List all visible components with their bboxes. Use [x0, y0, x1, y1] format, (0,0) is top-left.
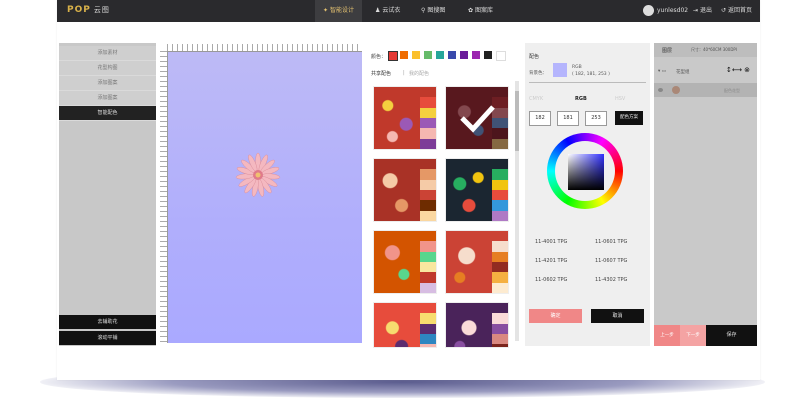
- tool-sidebar: 添加素材 花型构图 添加图案 添加图案 智能配色 去辅助花 滚动平铺: [59, 43, 156, 346]
- tile-repeat-button[interactable]: 滚动平铺: [59, 331, 156, 345]
- tpg-color-code[interactable]: 11-0607 TPG: [595, 258, 627, 264]
- color-picker-panel: 配色 背景色： RGB ( 182, 181, 253 ) CMYK RGB H…: [525, 43, 650, 346]
- sidebar-item-smart-color[interactable]: 智能配色: [59, 106, 156, 121]
- selected-overlay: [446, 87, 508, 149]
- layers-title: 图层: [662, 48, 673, 54]
- tab-shared-colors[interactable]: 共享配色: [371, 70, 391, 77]
- mode-hsv-tab[interactable]: HSV: [615, 96, 625, 102]
- pattern-tile[interactable]: [445, 158, 509, 222]
- layers-panel: 图层 尺寸：40*60CM 300DPI ▾ ▭ 花型组 ↕⟷ ⊗ 配色花型 上…: [654, 43, 757, 346]
- logout-button[interactable]: ⇥ 退出: [693, 0, 712, 22]
- r-value-input[interactable]: 182: [529, 111, 551, 126]
- workspace: 添加素材 花型构图 添加图案 添加图案 智能配色 去辅助花 滚动平铺 颜色： 共…: [57, 40, 760, 348]
- ruler-horizontal: [167, 44, 362, 52]
- pattern-tile[interactable]: [445, 230, 509, 294]
- pattern-tile[interactable]: [373, 302, 437, 348]
- nav-pattern-library[interactable]: ✿ 图案库: [460, 0, 501, 22]
- confirm-button[interactable]: 确定: [529, 309, 582, 323]
- pattern-tile[interactable]: [373, 86, 437, 150]
- layers-header: 图层 尺寸：40*60CM 300DPI: [654, 43, 757, 57]
- remove-secondary-button[interactable]: 去辅助花: [59, 315, 156, 329]
- logout-icon: ⇥: [693, 7, 699, 14]
- color-panel-title: 配色: [529, 54, 540, 60]
- app-window: POP 云图 ✦ 智能设计 ♟ 云试衣 ⚲ 图搜图 ✿ 图案库 yunlesd02 ⇥ 退…: [57, 0, 760, 380]
- color-swatch-green[interactable]: [436, 51, 444, 59]
- ruler-vertical: [160, 51, 168, 343]
- delete-icon[interactable]: ⊗: [744, 66, 750, 74]
- layer-tools: ↕⟷ ⊗: [726, 66, 750, 74]
- nav-image-search[interactable]: ⚲ 图搜图: [413, 0, 453, 22]
- color-swatch-orange[interactable]: [400, 51, 408, 59]
- top-navbar: POP 云图 ✦ 智能设计 ♟ 云试衣 ⚲ 图搜图 ✿ 图案库 yunlesd02 ⇥ 退…: [57, 0, 760, 22]
- saturation-square[interactable]: [568, 154, 604, 190]
- redo-button[interactable]: 下一步: [680, 325, 706, 346]
- pattern-scrollbar[interactable]: [515, 81, 519, 341]
- layer-item[interactable]: 配色花型: [654, 83, 757, 97]
- move-icon[interactable]: ↕⟷: [726, 66, 742, 74]
- color-swatch-blue[interactable]: [448, 51, 456, 59]
- pattern-tile[interactable]: [373, 230, 437, 294]
- eye-icon[interactable]: [658, 88, 663, 92]
- color-swatch-purple[interactable]: [460, 51, 468, 59]
- app-logo[interactable]: POP 云图: [67, 5, 110, 15]
- shirt-icon: ♟: [375, 7, 381, 14]
- palette-label: 颜色：: [371, 54, 387, 60]
- color-scheme-button[interactable]: 配色方案: [615, 111, 643, 125]
- color-swatch-red[interactable]: [388, 51, 398, 61]
- mode-rgb-tab[interactable]: RGB: [575, 96, 587, 102]
- layer-thumbnail: [672, 86, 680, 94]
- sidebar-item-add-pattern[interactable]: 添加图案: [59, 76, 156, 91]
- undo-button[interactable]: 上一步: [654, 325, 680, 346]
- mode-cmyk-tab[interactable]: CMYK: [529, 96, 543, 102]
- tpg-color-code[interactable]: 11-0602 TPG: [535, 277, 567, 283]
- tpg-color-code[interactable]: 11-4001 TPG: [535, 239, 567, 245]
- tpg-color-code[interactable]: 11-0601 TPG: [595, 239, 627, 245]
- home-button[interactable]: ↺ 返回首页: [721, 0, 752, 22]
- checkmark-icon: [460, 105, 495, 133]
- gear-icon: ✿: [468, 7, 474, 14]
- divider: [529, 82, 646, 83]
- g-value-input[interactable]: 181: [557, 111, 579, 126]
- cancel-button[interactable]: 取消: [591, 309, 644, 323]
- color-swatch-black[interactable]: [484, 51, 492, 59]
- background-color-swatch[interactable]: [553, 63, 567, 77]
- color-swatch-white[interactable]: [496, 51, 506, 61]
- rgb-readout: RGB ( 182, 181, 253 ): [572, 65, 610, 77]
- tab-separator: |: [403, 70, 405, 76]
- b-value-input[interactable]: 253: [585, 111, 607, 126]
- layer-group-label: 花型组: [676, 70, 690, 75]
- search-icon: ⚲: [421, 7, 426, 14]
- nav-smart-design[interactable]: ✦ 智能设计: [315, 0, 363, 22]
- background-color-label: 背景色：: [529, 71, 547, 76]
- sidebar-item-add-pattern-2[interactable]: 添加图案: [59, 91, 156, 106]
- scrollbar-thumb[interactable]: [515, 91, 519, 151]
- sidebar-item-add-material[interactable]: 添加素材: [59, 46, 156, 61]
- pattern-tile[interactable]: [445, 302, 509, 348]
- color-swatch-yellow[interactable]: [412, 51, 420, 59]
- color-swatch-lightgreen[interactable]: [424, 51, 432, 59]
- expand-icon: ▾ ▭: [658, 69, 666, 74]
- tpg-color-code[interactable]: 11-4302 TPG: [595, 277, 627, 283]
- color-swatch-magenta[interactable]: [472, 51, 480, 59]
- palette-panel: 颜色： 共享配色 | 我的配色: [367, 43, 519, 348]
- layer-item-label: 配色花型: [724, 88, 740, 93]
- pattern-tile-selected[interactable]: [445, 86, 509, 150]
- canvas-size-label: 尺寸：40*60CM 300DPI: [691, 47, 738, 52]
- pattern-tile[interactable]: [373, 158, 437, 222]
- flower-motif[interactable]: [235, 152, 281, 198]
- save-button[interactable]: 保存: [706, 325, 757, 346]
- tab-my-colors[interactable]: 我的配色: [409, 70, 429, 77]
- sidebar-item-composition[interactable]: 花型构图: [59, 61, 156, 76]
- magic-icon: ✦: [323, 7, 329, 14]
- return-icon: ↺: [721, 7, 727, 14]
- avatar[interactable]: [643, 5, 654, 16]
- nav-virtual-fitting[interactable]: ♟ 云试衣: [367, 0, 408, 22]
- username[interactable]: yunlesd02: [657, 0, 688, 22]
- tpg-color-code[interactable]: 11-4201 TPG: [535, 258, 567, 264]
